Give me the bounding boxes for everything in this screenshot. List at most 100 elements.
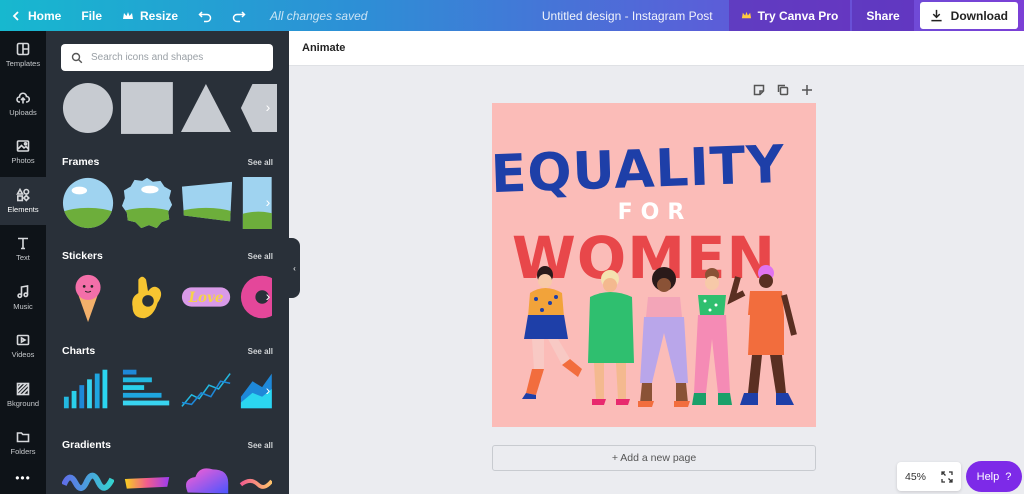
rail-item-videos[interactable]: Videos (0, 322, 46, 371)
wave-gradient[interactable] (62, 463, 115, 494)
design-page[interactable]: EQUALITY FOR WOMEN (492, 103, 816, 427)
horizontal-bar-chart-thumbnail[interactable] (121, 367, 173, 411)
music-note-icon (17, 284, 29, 298)
circle-shape[interactable] (62, 81, 114, 135)
stroke-gradient[interactable] (121, 463, 173, 494)
note-icon[interactable] (753, 84, 765, 96)
redo-icon (232, 10, 246, 22)
document-title[interactable]: Untitled design - Instagram Post (542, 9, 713, 23)
file-label: File (81, 8, 103, 23)
rail-item-music[interactable]: Music (0, 274, 46, 323)
background-icon (16, 382, 30, 396)
search-icon (71, 52, 83, 63)
square-shape[interactable] (120, 81, 173, 135)
try-pro-label: Try Canva Pro (757, 8, 839, 23)
gradients-see-all[interactable]: See all (248, 441, 273, 450)
equality-title: EQUALITY (492, 135, 786, 205)
ok-hand-sticker[interactable] (121, 269, 173, 325)
rail-item-text[interactable]: Text (0, 225, 46, 274)
search-placeholder: Search icons and shapes (91, 52, 204, 63)
rail-item-uploads[interactable]: Uploads (0, 80, 46, 129)
gradients-row (62, 463, 272, 494)
share-button[interactable]: Share (852, 0, 914, 31)
zoom-control[interactable]: 45% (897, 462, 961, 491)
rail-label: Elements (7, 204, 39, 214)
add-page-icon[interactable] (801, 84, 813, 96)
circle-frame[interactable] (62, 176, 114, 230)
frames-next-arrow[interactable]: › (259, 193, 277, 211)
download-label: Download (950, 8, 1008, 23)
chevron-left-icon (12, 10, 19, 21)
line-chart-thumbnail[interactable] (180, 367, 232, 411)
design-artwork: EQUALITY FOR WOMEN (492, 135, 797, 407)
help-button[interactable]: Help ? (966, 461, 1022, 492)
bar-chart-thumbnail[interactable] (62, 367, 114, 411)
text-icon (18, 237, 28, 250)
top-bar: Home File Resize All changes saved Untit… (0, 0, 1024, 31)
for-title: FOR (618, 200, 693, 225)
try-pro-button[interactable]: Try Canva Pro (728, 0, 851, 31)
download-button[interactable]: Download (919, 2, 1018, 29)
rail-label: Folders (10, 447, 36, 457)
rail-item-templates[interactable]: Templates (0, 31, 46, 80)
rail-item-background[interactable]: Bkground (0, 371, 46, 420)
undo-button[interactable] (188, 0, 222, 31)
animate-button[interactable]: Animate (302, 42, 345, 54)
frames-title: Frames (62, 156, 100, 168)
help-label: Help (976, 470, 1000, 483)
elements-icon (16, 187, 30, 202)
charts-next-arrow[interactable]: › (259, 381, 277, 399)
add-new-page-button[interactable]: + Add a new page (492, 445, 816, 471)
love-text-sticker[interactable]: Love (180, 269, 232, 325)
save-status: All changes saved (270, 8, 368, 23)
chevron-right-icon: › (265, 288, 271, 304)
video-icon (16, 334, 30, 346)
rail-label: Text (16, 253, 30, 263)
skew-frame[interactable] (180, 176, 233, 230)
zoom-value: 45% (905, 470, 927, 483)
rail-label: Uploads (9, 107, 37, 117)
rail-item-photos[interactable]: Photos (0, 128, 46, 177)
charts-see-all[interactable]: See all (248, 347, 273, 356)
frames-see-all[interactable]: See all (248, 158, 273, 167)
page-tools (753, 84, 813, 96)
stickers-next-arrow[interactable]: › (259, 287, 277, 305)
editor-toolbar: Animate (289, 31, 1024, 66)
folder-icon (16, 432, 30, 443)
redo-button[interactable] (222, 0, 256, 31)
stickers-see-all[interactable]: See all (248, 252, 273, 261)
rail-item-folders[interactable]: Folders (0, 419, 46, 468)
home-button[interactable]: Home (0, 0, 71, 31)
chevron-right-icon: › (265, 194, 271, 210)
triangle-shape[interactable] (180, 81, 232, 135)
rail-label: Bkground (6, 398, 40, 408)
brush-gradient[interactable] (239, 463, 272, 494)
badge-frame[interactable] (121, 176, 173, 230)
duplicate-page-icon[interactable] (777, 84, 789, 96)
crown-icon (123, 11, 134, 19)
top-bar-right: Untitled design - Instagram Post Try Can… (542, 0, 1024, 31)
charts-title: Charts (62, 345, 96, 357)
collapse-panel-button[interactable]: ‹ (289, 238, 300, 298)
crown-icon (741, 11, 751, 19)
home-label: Home (28, 8, 62, 23)
ice-cream-sticker[interactable] (62, 269, 114, 325)
shapes-row (62, 81, 277, 135)
rail-item-elements[interactable]: Elements (0, 176, 46, 225)
search-input[interactable]: Search icons and shapes (61, 44, 273, 71)
question-mark-icon: ? (1005, 470, 1012, 483)
rail-label: Photos (11, 156, 35, 166)
photo-icon (16, 140, 30, 153)
blob-gradient[interactable] (180, 463, 232, 494)
shapes-next-arrow[interactable]: › (259, 98, 277, 116)
fullscreen-icon[interactable] (941, 470, 953, 483)
rail-label: Music (13, 301, 33, 311)
elements-panel: Search icons and shapes › Frames See all (46, 31, 289, 494)
stickers-title: Stickers (62, 250, 103, 262)
canva-editor: Home File Resize All changes saved Untit… (0, 0, 1024, 494)
charts-row (62, 367, 272, 413)
resize-button[interactable]: Resize (112, 0, 188, 31)
rail-more-button[interactable]: ••• (0, 468, 46, 488)
resize-label: Resize (140, 8, 179, 23)
file-menu-button[interactable]: File (71, 0, 112, 31)
